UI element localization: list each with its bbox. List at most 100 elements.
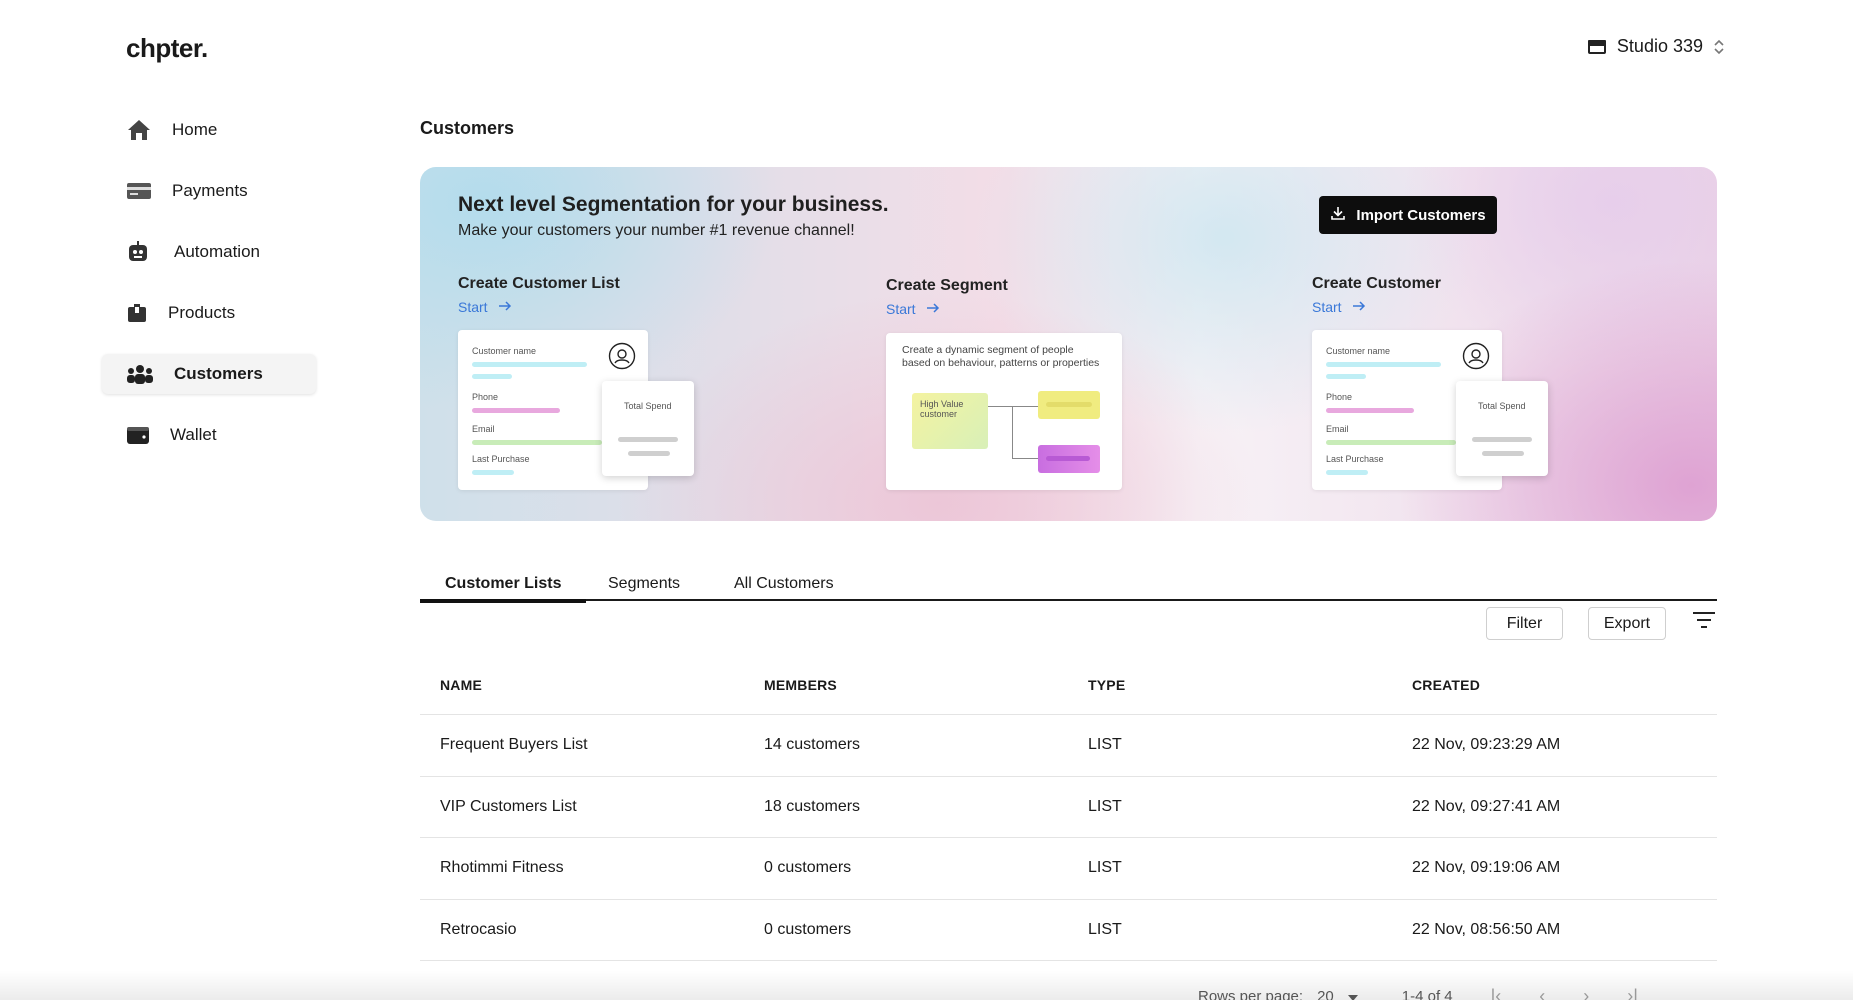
preview-label: Email [472,424,495,434]
sidebar-item-label: Automation [174,242,260,261]
pagination: Rows per page: 20 1-4 of 4 |‹ ‹ › ›| [1198,986,1638,1000]
sort-icon[interactable] [1692,610,1716,635]
preview-label: Email [1326,424,1349,434]
sidebar-item-wallet[interactable]: Wallet [102,415,316,455]
create-segment-start-link[interactable]: Start [886,301,1008,317]
column-header-members[interactable]: MEMBERS [744,677,1068,693]
filter-button[interactable]: Filter [1486,607,1563,640]
preview-label: Customer name [1326,346,1391,356]
table-row[interactable]: VIP Customers List 18 customers LIST 22 … [420,777,1717,838]
cell-created: 22 Nov, 09:27:41 AM [1412,797,1561,815]
wallet-icon [126,425,156,445]
card-title: Create Segment [886,277,1008,294]
caret-down-icon [1347,988,1358,1000]
rows-per-page-select[interactable]: 20 [1317,988,1358,1000]
user-circle-icon [608,342,636,375]
customer-tabs: Customer Lists Segments All Customers [420,571,1717,603]
preview-label: Last Purchase [1326,454,1384,464]
segment-node: High Value customer [912,393,988,449]
arrow-right-icon [926,301,940,317]
preview-label: Phone [472,392,499,402]
sidebar-item-automation[interactable]: Automation [102,232,316,272]
cell-name: Frequent Buyers List [440,736,588,754]
cell-type: LIST [1088,859,1122,877]
sidebar-item-label: Payments [172,181,248,200]
sidebar-item-label: Home [172,120,218,139]
export-button[interactable]: Export [1588,607,1666,640]
first-page-icon[interactable]: |‹ [1491,986,1502,1000]
table-row[interactable]: Rhotimmi Fitness 0 customers LIST 22 Nov… [420,838,1717,900]
total-spend-preview: Total Spend [602,381,694,476]
table-row[interactable]: Frequent Buyers List 14 customers LIST 2… [420,715,1717,777]
page-range: 1-4 of 4 [1401,988,1453,1000]
sidebar: Home Payments Automation Products Custom… [102,110,316,476]
app-logo: chpter. [126,33,208,63]
import-customers-label: Import Customers [1356,206,1486,224]
segment-preview: Create a dynamic segment of people based… [886,333,1122,490]
store-icon [1587,38,1607,56]
card-title: Create Customer List [458,275,620,292]
cell-name: VIP Customers List [440,797,577,815]
cell-members: 18 customers [764,797,861,815]
sidebar-item-customers[interactable]: Customers [102,354,316,394]
tab-all-customers[interactable]: All Customers [734,575,834,601]
arrow-right-icon [498,299,512,315]
preview-label: Customer name [472,346,537,356]
prev-page-icon[interactable]: ‹ [1539,986,1545,1000]
box-icon [126,302,156,324]
column-header-name[interactable]: NAME [420,677,744,693]
create-customer-card: Create Customer Start [1312,275,1441,315]
home-icon [126,118,156,142]
cell-type: LIST [1088,736,1122,754]
segment-preview-text: Create a dynamic segment of people based… [902,344,1100,369]
cell-type: LIST [1088,920,1122,938]
last-page-icon[interactable]: ›| [1627,986,1638,1000]
create-customer-start-link[interactable]: Start [1312,299,1441,315]
banner-heading: Next level Segmentation for your busines… [458,193,889,216]
tab-customer-lists[interactable]: Customer Lists [420,575,587,603]
preview-label: Total Spend [624,401,672,411]
cell-type: LIST [1088,797,1122,815]
store-switcher[interactable]: Studio 339 [1587,36,1725,57]
total-spend-preview: Total Spend [1456,381,1548,476]
create-customer-list-start-link[interactable]: Start [458,299,620,315]
download-icon [1330,205,1346,225]
create-customer-list-card: Create Customer List Start [458,275,620,315]
column-header-type[interactable]: TYPE [1068,677,1392,693]
tab-segments[interactable]: Segments [608,575,680,601]
card-icon [126,181,156,201]
next-page-icon[interactable]: › [1583,986,1589,1000]
sidebar-item-payments[interactable]: Payments [102,171,316,211]
sidebar-item-home[interactable]: Home [102,110,316,150]
user-circle-icon [1462,342,1490,375]
banner-subheading: Make your customers your number #1 reven… [458,222,855,239]
people-icon [126,364,156,384]
table-row[interactable]: Retrocasio 0 customers LIST 22 Nov, 08:5… [420,900,1717,961]
preview-label: Last Purchase [472,454,530,464]
page-title: Customers [420,118,515,138]
cell-members: 0 customers [764,920,852,938]
start-label: Start [886,301,916,317]
cell-name: Retrocasio [440,920,517,938]
sidebar-item-label: Wallet [170,425,217,444]
start-label: Start [1312,299,1342,315]
robot-icon [126,241,156,263]
column-header-created[interactable]: CREATED [1392,677,1717,693]
cell-created: 22 Nov, 08:56:50 AM [1412,920,1561,938]
segmentation-banner: Next level Segmentation for your busines… [420,167,1717,521]
cell-name: Rhotimmi Fitness [440,859,564,877]
cell-created: 22 Nov, 09:23:29 AM [1412,736,1561,754]
store-name: Studio 339 [1616,36,1703,56]
cell-created: 22 Nov, 09:19:06 AM [1412,859,1561,877]
cell-members: 14 customers [764,736,861,754]
chevron-updown-icon [1713,38,1725,56]
preview-label: Total Spend [1478,401,1526,411]
arrow-right-icon [1352,299,1366,315]
sidebar-item-label: Customers [174,364,263,383]
create-segment-card: Create Segment Start [886,277,1008,317]
sidebar-item-products[interactable]: Products [102,293,316,333]
rows-per-page-label: Rows per page: [1198,988,1304,1000]
sidebar-item-label: Products [168,303,236,322]
start-label: Start [458,299,488,315]
import-customers-button[interactable]: Import Customers [1319,196,1497,234]
